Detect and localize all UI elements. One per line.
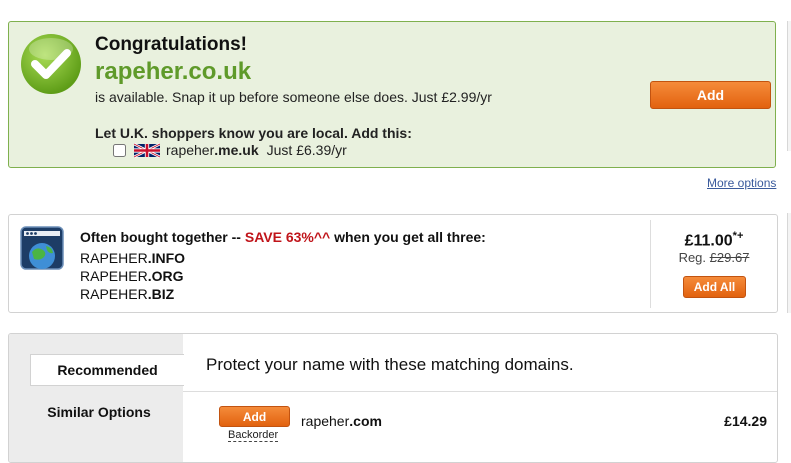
uk-flag-icon (134, 142, 160, 158)
domain-row-name: rapeher.com (301, 413, 382, 429)
bundle-domain-item: RAPEHER.ORG (80, 267, 185, 285)
bundle-domain-base: RAPEHER (80, 250, 148, 266)
bundle-price-value: £11.00 (684, 232, 733, 250)
recommended-panel: Recommended Similar Options Protect your… (8, 333, 778, 463)
domain-row-ext: .com (349, 413, 382, 429)
tab-similar-options[interactable]: Similar Options (30, 404, 168, 420)
bundle-domain-ext: .ORG (147, 268, 184, 284)
bundle-domain-base: RAPEHER (80, 268, 148, 284)
bundle-regular-price: Reg. £29.67 (651, 250, 777, 265)
save-percent: SAVE 63%^^ (244, 229, 331, 245)
regular-price-label: Reg. (678, 250, 707, 265)
bundle-domain-list: RAPEHER.INFO RAPEHER.ORG RAPEHER.BIZ (80, 249, 185, 303)
local-domain-name-base: rapeher (166, 142, 215, 158)
bundle-domain-ext: .BIZ (147, 286, 175, 302)
globe-window-icon (20, 226, 64, 270)
local-domain-price: Just £6.39/yr (266, 142, 347, 158)
divider (183, 391, 777, 392)
more-options-link[interactable]: More options (707, 176, 776, 190)
availability-panel: Congratulations! rapeher.co.uk is availa… (8, 21, 776, 168)
bundle-price: £11.00*+ (651, 230, 777, 250)
domain-row-base: rapeher (301, 413, 350, 429)
tab-recommended[interactable]: Recommended (30, 354, 184, 386)
add-domain-row-button[interactable]: Add (219, 406, 290, 427)
checkmark-icon (21, 34, 81, 94)
available-domain-name: rapeher.co.uk (95, 58, 252, 85)
bundle-domain-base: RAPEHER (80, 286, 148, 302)
bundle-heading: Often bought together -- SAVE 63%^^ when… (80, 229, 486, 245)
local-domain-name-ext: .me.uk (214, 142, 259, 158)
backorder-link[interactable]: Backorder (228, 429, 279, 442)
availability-text: is available. Snap it up before someone … (95, 89, 492, 105)
regular-price-value: £29.67 (709, 250, 750, 265)
bundle-price-mark: *+ (732, 230, 744, 242)
bundle-heading-suffix: when you get all three: (330, 229, 486, 245)
local-domain-heading: Let U.K. shoppers know you are local. Ad… (95, 125, 412, 141)
bundle-domain-ext: .INFO (147, 250, 186, 266)
bundle-offer-panel: Often bought together -- SAVE 63%^^ when… (8, 214, 778, 313)
bundle-domain-item: RAPEHER.BIZ (80, 285, 185, 303)
recommended-heading: Protect your name with these matching do… (206, 355, 574, 374)
scrollbar-edge (787, 213, 791, 313)
bundle-heading-prefix: Often bought together -- (80, 229, 245, 245)
bundle-domain-item: RAPEHER.INFO (80, 249, 185, 267)
local-domain-checkbox[interactable] (113, 143, 126, 157)
scrollbar-edge (787, 21, 791, 151)
add-domain-button[interactable]: Add (650, 81, 771, 109)
add-all-button[interactable]: Add All (683, 276, 746, 298)
domain-row-price: £14.29 (724, 413, 767, 429)
local-domain-option: rapeher .me.uk Just £6.39/yr (113, 142, 347, 158)
congratulations-heading: Congratulations! (95, 34, 247, 55)
